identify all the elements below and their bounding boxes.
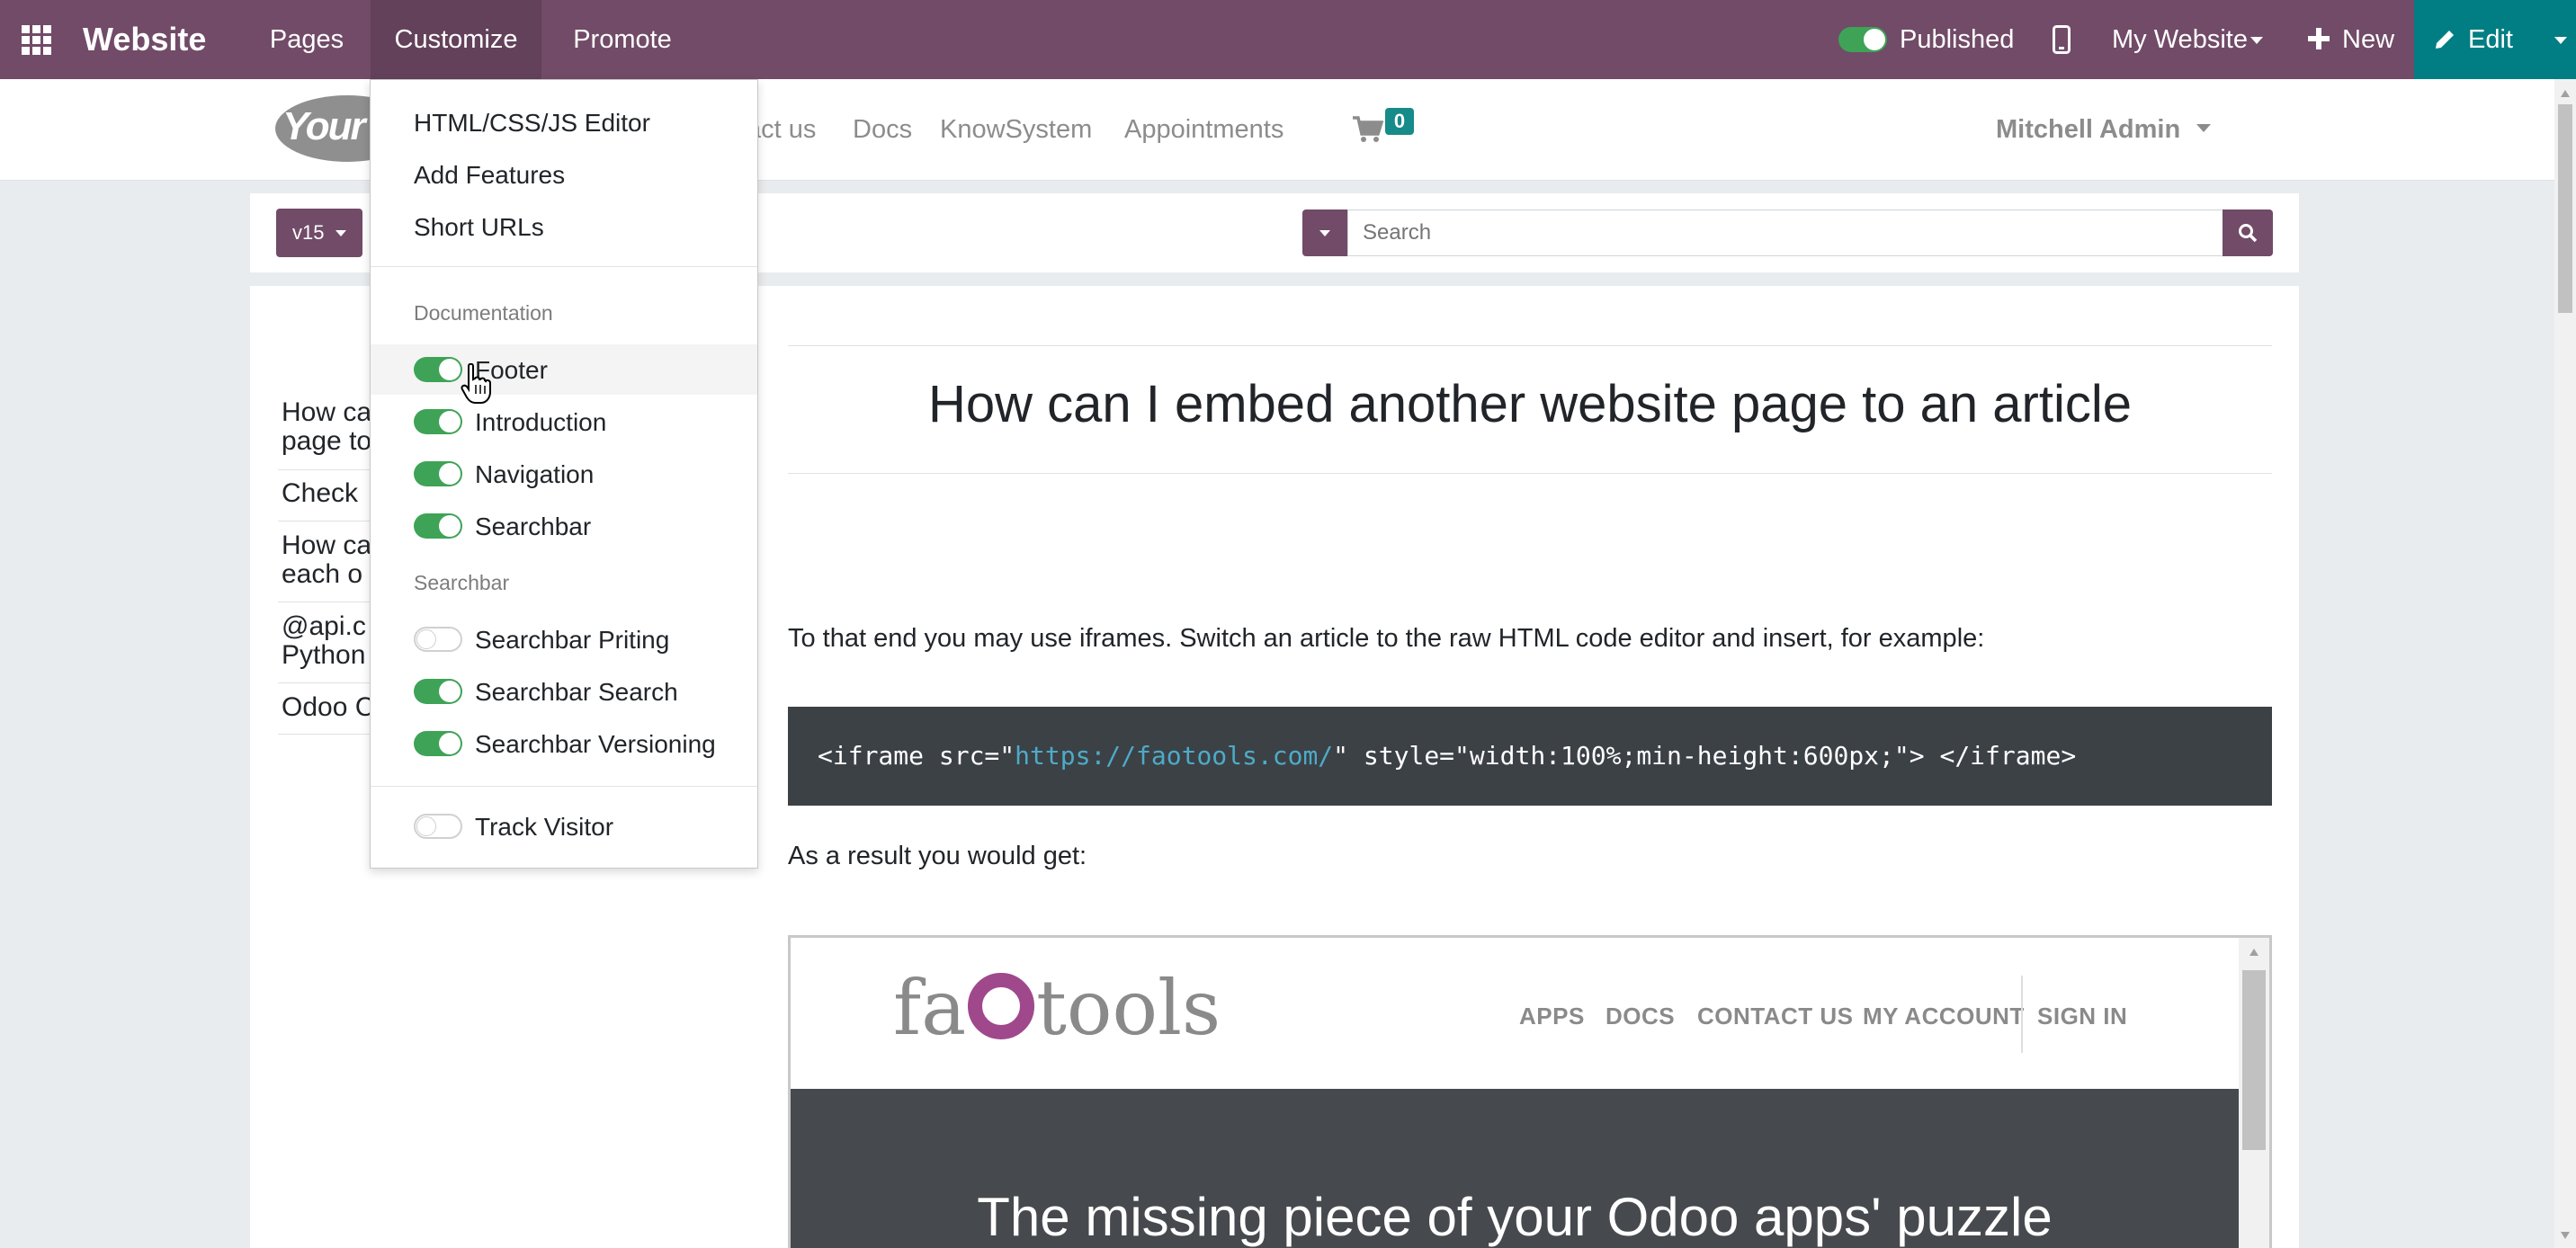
iframe-nav-account[interactable]: MY ACCOUNT — [1863, 1003, 2025, 1030]
toggle-navigation-label[interactable]: Navigation — [475, 460, 594, 489]
my-website-dropdown[interactable]: My Website — [2112, 0, 2248, 79]
mobile-preview-icon[interactable] — [2053, 25, 2071, 54]
toc-item[interactable]: @api.c Python — [282, 612, 370, 670]
iframe-nav-docs[interactable]: DOCS — [1606, 1003, 1675, 1030]
app-name[interactable]: Website — [83, 0, 206, 79]
menu-promote[interactable]: Promote — [541, 0, 703, 79]
pencil-icon — [2434, 27, 2457, 50]
toggle-searchbar-search[interactable] — [414, 679, 462, 704]
toggle-searchbar-search-label[interactable]: Searchbar Search — [475, 678, 678, 707]
edit-label: Edit — [2468, 25, 2513, 54]
faotools-logo[interactable]: fa tools — [893, 963, 1221, 1053]
divider — [371, 266, 757, 267]
published-toggle[interactable] — [1838, 27, 1887, 52]
nav-appointments[interactable]: Appointments — [1124, 79, 1284, 180]
edit-button[interactable]: Edit — [2414, 0, 2576, 79]
caret-down-icon — [2196, 124, 2211, 132]
page-scrollbar[interactable] — [2554, 79, 2576, 1248]
toggle-searchbar-priting[interactable] — [414, 627, 462, 652]
toggle-searchbar-versioning[interactable] — [414, 731, 462, 756]
toc-item[interactable]: How ca each o — [282, 531, 370, 589]
nav-knowsystem[interactable]: KnowSystem — [940, 79, 1092, 180]
iframe-nav-apps[interactable]: APPS — [1519, 1003, 1585, 1030]
version-label: v15 — [292, 221, 325, 244]
customize-dropdown-menu: HTML/CSS/JS Editor Add Features Short UR… — [370, 79, 758, 869]
version-dropdown[interactable]: v15 — [276, 209, 362, 257]
search-button[interactable] — [2223, 209, 2273, 256]
cart-icon[interactable] — [1353, 116, 1383, 143]
website-top-bar: Website Pages Customize Promote Publishe… — [0, 0, 2576, 79]
iframe-banner: The missing piece of your Odoo apps' puz… — [791, 1089, 2239, 1248]
menu-item-short-urls[interactable]: Short URLs — [414, 213, 544, 242]
menu-customize[interactable]: Customize — [371, 0, 541, 79]
cart-count-badge: 0 — [1385, 108, 1414, 135]
article-paragraph: To that end you may use iframes. Switch … — [788, 624, 1985, 653]
nav-docs[interactable]: Docs — [853, 79, 912, 180]
caret-down-icon — [2250, 37, 2263, 44]
divider — [2021, 976, 2023, 1053]
toggle-navigation[interactable] — [414, 461, 462, 486]
toggle-searchbar-priting-label[interactable]: Searchbar Priting — [475, 626, 669, 655]
search-filter-dropdown[interactable] — [1302, 209, 1347, 256]
toggle-introduction[interactable] — [414, 409, 462, 434]
code-block: <iframe src="https://faotools.com/" styl… — [788, 707, 2272, 806]
menu-item-add-features[interactable]: Add Features — [414, 161, 565, 190]
embedded-iframe[interactable]: fa tools APPS DOCS CONTACT US MY ACCOUNT … — [788, 935, 2272, 1248]
apps-menu-icon[interactable] — [22, 25, 52, 56]
menu-pages[interactable]: Pages — [243, 0, 371, 79]
new-button[interactable]: New — [2342, 0, 2394, 79]
divider — [788, 345, 2272, 346]
search-icon — [2239, 224, 2258, 243]
section-documentation: Documentation — [414, 301, 553, 325]
toggle-track-visitor-label[interactable]: Track Visitor — [475, 813, 613, 842]
article-paragraph: As a result you would get: — [788, 842, 1087, 870]
toggle-searchbar-versioning-label[interactable]: Searchbar Versioning — [475, 730, 716, 759]
code-text: <iframe src=" — [818, 741, 1015, 771]
iframe-header: fa tools APPS DOCS CONTACT US MY ACCOUNT … — [791, 938, 2239, 1089]
user-menu[interactable]: Mitchell Admin — [1996, 79, 2180, 180]
iframe-nav-contact[interactable]: CONTACT US — [1697, 1003, 1854, 1030]
caret-down-icon[interactable] — [2554, 37, 2567, 44]
divider — [788, 473, 2272, 474]
plus-icon — [2308, 28, 2330, 49]
toggle-searchbar[interactable] — [414, 513, 462, 539]
toc-item[interactable]: Check — [282, 479, 370, 508]
code-url: https://faotools.com/ — [1015, 741, 1334, 771]
article-title: How can I embed another website page to … — [927, 375, 2133, 433]
toc-item[interactable]: Odoo C — [282, 693, 370, 722]
toc-item[interactable]: How ca page to — [282, 398, 370, 456]
banner-text: The missing piece of your Odoo apps' puz… — [977, 1187, 2053, 1247]
published-label: Published — [1900, 25, 2015, 54]
hand-cursor-icon — [461, 363, 491, 405]
toggle-introduction-label[interactable]: Introduction — [475, 408, 606, 437]
section-searchbar: Searchbar — [414, 571, 510, 594]
iframe-scrollbar[interactable] — [2239, 938, 2269, 1248]
toggle-searchbar-label[interactable]: Searchbar — [475, 513, 591, 541]
search-input[interactable] — [1347, 209, 2247, 256]
toggle-footer[interactable] — [414, 357, 462, 382]
toggle-track-visitor[interactable] — [414, 814, 462, 839]
menu-item-html-editor[interactable]: HTML/CSS/JS Editor — [414, 109, 650, 138]
code-text: " style="width:100%;min-height:600px;"> … — [1333, 741, 2077, 771]
iframe-nav-signin[interactable]: SIGN IN — [2037, 1003, 2127, 1030]
divider — [371, 786, 757, 787]
